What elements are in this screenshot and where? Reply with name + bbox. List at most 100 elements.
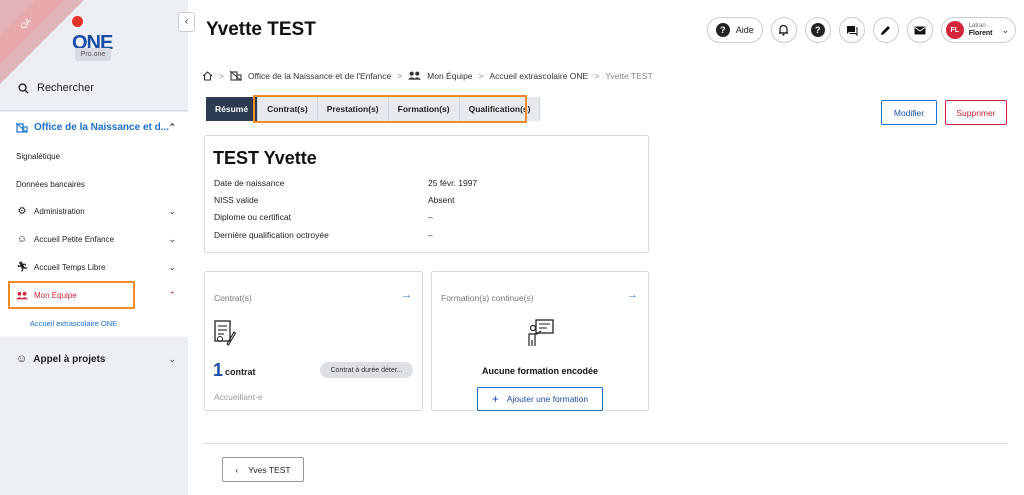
collapse-sidebar-button[interactable]: ‹ xyxy=(178,12,195,32)
breadcrumb-separator: > xyxy=(594,70,600,81)
search-label: Rechercher xyxy=(37,82,94,94)
help-label: Aide xyxy=(735,25,754,35)
user-first-name: Latran xyxy=(968,23,986,29)
help-button[interactable]: ? Aide xyxy=(706,17,763,43)
chevron-up-icon: ⌃ xyxy=(168,121,176,132)
pro-one-badge: Pro.one xyxy=(75,48,111,61)
team-icon xyxy=(408,71,422,80)
sidebar: QA ONE Pro.one Rechercher Office de la N… xyxy=(0,0,188,495)
breadcrumb-team[interactable]: Mon Équipe xyxy=(427,71,472,81)
sidebar-item-donnees-bancaires[interactable]: Données bancaires xyxy=(0,170,188,198)
breadcrumb-current: Yvette TEST xyxy=(605,70,653,81)
plus-icon: + xyxy=(491,392,499,406)
question-icon: ? xyxy=(715,23,730,37)
info-value: Absent xyxy=(428,195,455,205)
contract-count: 1 xyxy=(213,360,224,380)
info-label: NISS valide xyxy=(214,195,259,205)
arrow-right-icon[interactable]: → xyxy=(401,289,412,301)
chevron-down-icon: ⌄ xyxy=(168,205,176,216)
sidebar-item-appel-a-projets[interactable]: ☺ Appel à projets ⌄ xyxy=(0,344,188,374)
teacher-board-icon xyxy=(528,319,554,346)
role-text: Accueillant·e xyxy=(214,392,263,402)
annotation-highlight xyxy=(253,95,527,123)
add-formation-button[interactable]: + Ajouter une formation xyxy=(477,387,603,411)
user-menu[interactable]: FL Latran Florent ⌄ xyxy=(940,17,1016,43)
breadcrumb-separator: > xyxy=(478,70,484,81)
info-label: Diplome ou certificat xyxy=(214,212,292,222)
divider xyxy=(0,110,188,111)
sidebar-item-label: Signalétique xyxy=(16,151,61,161)
chat-icon xyxy=(846,25,858,36)
sidebar-item-accueil-petite-enfance[interactable]: ☺ Accueil Petite Enfance ⌄ xyxy=(0,225,188,253)
tab-resume[interactable]: Résumé xyxy=(206,97,259,121)
faq-button[interactable]: ? xyxy=(804,17,831,43)
home-icon[interactable] xyxy=(202,70,213,81)
page-title: Yvette TEST xyxy=(206,19,316,40)
info-label: Dernière qualification octroyée xyxy=(214,230,329,240)
contract-count-label: contrat xyxy=(225,367,256,377)
add-formation-label: Ajouter une formation xyxy=(506,394,589,404)
breadcrumb-separator: > xyxy=(397,70,403,81)
info-value: – xyxy=(428,230,433,240)
divider xyxy=(204,443,1008,444)
sidebar-item-label: Office de la Naissance et d... xyxy=(34,121,170,133)
gear-user-icon: ⚙ xyxy=(17,205,27,217)
sidebar-item-accueil-temps-libre[interactable]: 🏃︎ Accueil Temps Libre ⌄ xyxy=(0,253,188,281)
building-icon xyxy=(229,70,242,81)
card-title: Formation(s) continue(s) xyxy=(441,293,534,303)
breadcrumb-organization[interactable]: Office de la Naissance et de l'Enfance xyxy=(248,71,391,81)
annotation-highlight xyxy=(8,281,135,309)
sidebar-item-administration[interactable]: ⚙ Administration ⌄ xyxy=(0,197,188,225)
baby-icon: ☺ xyxy=(16,233,28,245)
info-value: – xyxy=(428,212,433,222)
sidebar-item-signaletique[interactable]: Signalétique xyxy=(0,142,188,170)
notifications-button[interactable] xyxy=(770,17,797,43)
empty-formation-text: Aucune formation encodée xyxy=(481,366,598,376)
contract-type-chip: Contrat à durée déter... xyxy=(320,362,413,378)
chevron-down-icon: ⌄ xyxy=(1001,24,1009,35)
edit-button[interactable] xyxy=(872,17,899,43)
question-icon: ? xyxy=(810,23,825,37)
contract-icon xyxy=(214,320,236,346)
sidebar-item-label: Données bancaires xyxy=(16,179,85,189)
chevron-down-icon: ⌄ xyxy=(168,261,176,272)
chevron-down-icon: ⌄ xyxy=(168,233,176,244)
running-person-icon: 🏃︎ xyxy=(16,261,29,273)
sidebar-item-label: Administration xyxy=(34,206,85,216)
breadcrumb-separator: > xyxy=(219,70,224,81)
user-names: Latran Florent xyxy=(969,22,993,38)
chevron-down-icon: ⌄ xyxy=(168,353,176,364)
search-link[interactable]: Rechercher xyxy=(18,82,94,94)
mail-icon xyxy=(914,26,926,34)
chevron-up-icon: ⌃ xyxy=(168,289,176,300)
sidebar-item-label: Accueil extrascolaire ONE xyxy=(30,318,118,328)
chevron-left-icon: ‹ xyxy=(235,464,239,475)
card-title: Contrat(s) xyxy=(214,293,252,303)
previous-person-label: Yves TEST xyxy=(248,464,291,475)
top-actions: ? Aide ? FL Latran Florent ⌄ xyxy=(706,17,1016,43)
mail-button[interactable] xyxy=(906,17,933,43)
sidebar-item-label: Accueil Petite Enfance xyxy=(34,234,115,244)
building-icon xyxy=(16,122,28,133)
pencil-icon xyxy=(881,25,891,35)
messages-button[interactable] xyxy=(838,17,865,43)
delete-button[interactable]: Supprimer xyxy=(945,100,1007,125)
one-logo[interactable]: ONE xyxy=(72,14,120,54)
appel-icon: ☺ xyxy=(16,353,28,365)
sidebar-item-label: Appel à projets xyxy=(33,353,106,365)
avatar: FL xyxy=(945,21,964,39)
info-label: Date de naissance xyxy=(214,178,285,188)
contrat-card[interactable] xyxy=(204,271,423,411)
bell-icon xyxy=(779,24,789,36)
modify-button[interactable]: Modifier xyxy=(881,100,937,125)
sidebar-item-accueil-extrascolaire[interactable]: Accueil extrascolaire ONE xyxy=(0,309,188,337)
arrow-right-icon[interactable]: → xyxy=(627,289,638,301)
user-last-name: Florent xyxy=(968,30,993,37)
info-value: 25 févr. 1997 xyxy=(428,178,478,188)
breadcrumb-extrascolaire[interactable]: Accueil extrascolaire ONE xyxy=(490,71,589,81)
person-name: TEST Yvette xyxy=(213,148,317,168)
previous-person-button[interactable]: ‹ Yves TEST xyxy=(222,457,304,482)
sidebar-item-organization[interactable]: Office de la Naissance et d... ⌃ xyxy=(0,112,188,142)
breadcrumb: > Office de la Naissance et de l'Enfance… xyxy=(202,70,653,81)
sidebar-item-label: Accueil Temps Libre xyxy=(34,262,106,272)
